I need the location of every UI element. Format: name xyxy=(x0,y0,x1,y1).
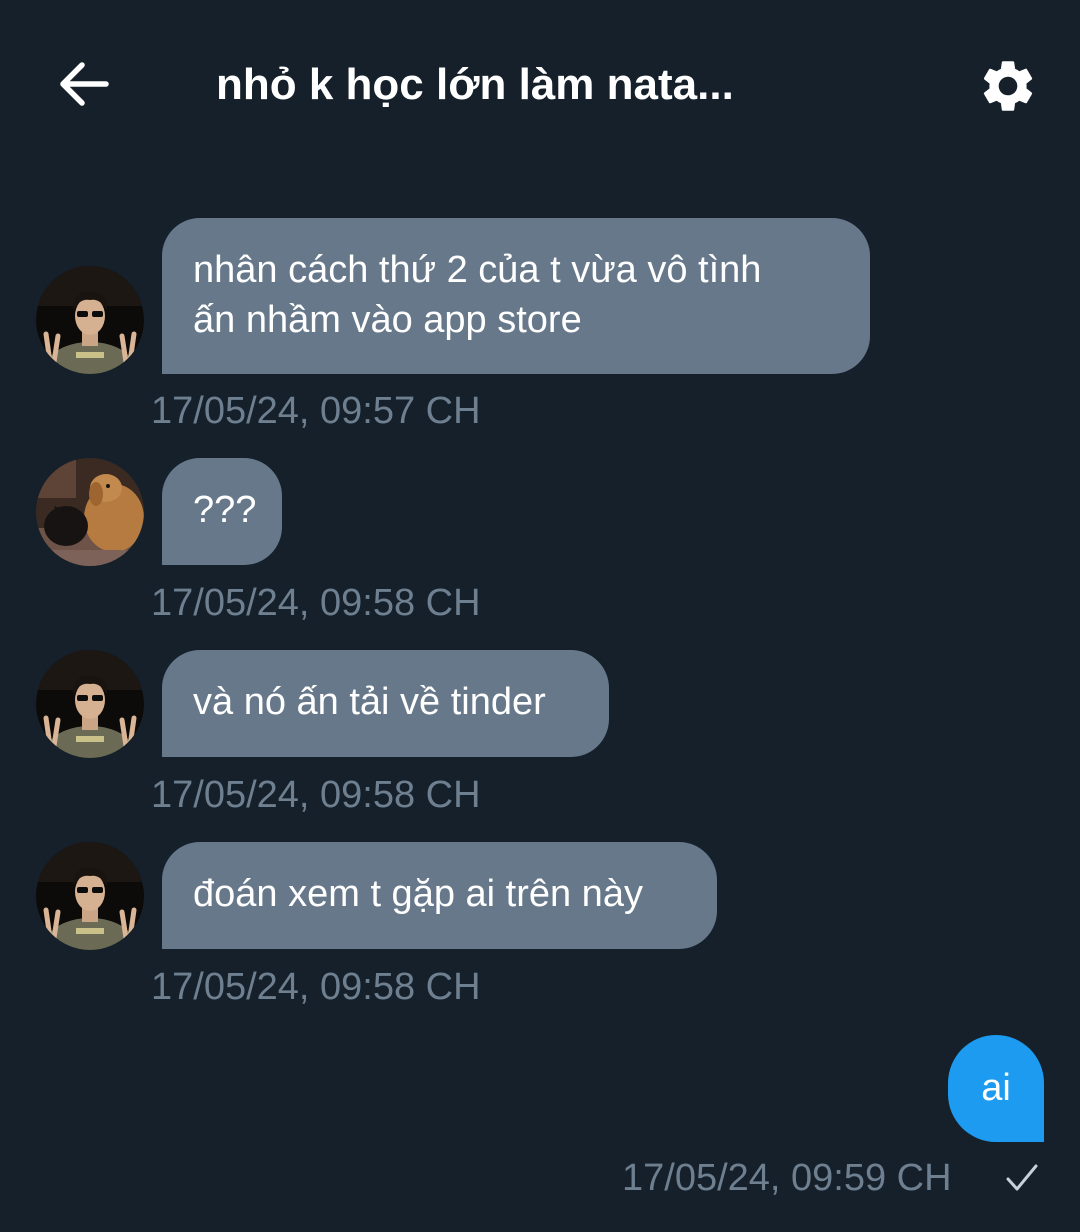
cat-and-dog-avatar[interactable] xyxy=(36,458,144,566)
outgoing-message-bubble[interactable]: ai xyxy=(948,1035,1044,1142)
message-bubble[interactable]: ??? xyxy=(162,458,282,565)
message-timestamp: 17/05/24, 09:58 CH xyxy=(151,966,481,1008)
checkmark-icon xyxy=(1006,1164,1038,1191)
back-button[interactable] xyxy=(44,44,124,124)
chat-header: nhỏ k học lớn làm nata... xyxy=(0,0,1080,170)
message-line: đoán xem t gặp ai trên này xyxy=(193,873,643,915)
message-bubble[interactable]: và nó ấn tải về tinder xyxy=(162,650,609,757)
person-sunglasses-avatar[interactable] xyxy=(36,650,144,758)
gear-icon xyxy=(983,61,1033,111)
message-timestamp: 17/05/24, 09:58 CH xyxy=(151,774,481,816)
message-line: và nó ấn tải về tinder xyxy=(193,681,546,723)
message-timestamp: 17/05/24, 09:59 CH xyxy=(622,1157,952,1199)
message-timestamp: 17/05/24, 09:57 CH xyxy=(151,390,481,432)
message-bubble[interactable]: đoán xem t gặp ai trên này xyxy=(162,842,717,949)
person-sunglasses-avatar[interactable] xyxy=(36,266,144,374)
person-sunglasses-avatar[interactable] xyxy=(36,842,144,950)
message-timestamp: 17/05/24, 09:58 CH xyxy=(151,582,481,624)
message-bubble[interactable]: nhân cách thứ 2 của t vừa vô tình ấn nhầ… xyxy=(162,218,870,374)
arrow-left-icon xyxy=(60,62,109,106)
message-line: nhân cách thứ 2 của t vừa vô tình xyxy=(193,249,762,291)
message-line: ai xyxy=(981,1067,1011,1109)
message-line: ??? xyxy=(193,489,257,531)
conversation-title[interactable]: nhỏ k học lớn làm nata... xyxy=(216,58,916,112)
settings-button[interactable] xyxy=(966,44,1050,128)
chat-screen: nhỏ k học lớn làm nata... nhân cách thứ … xyxy=(0,0,1080,1232)
message-line: ấn nhầm vào app store xyxy=(193,299,582,341)
